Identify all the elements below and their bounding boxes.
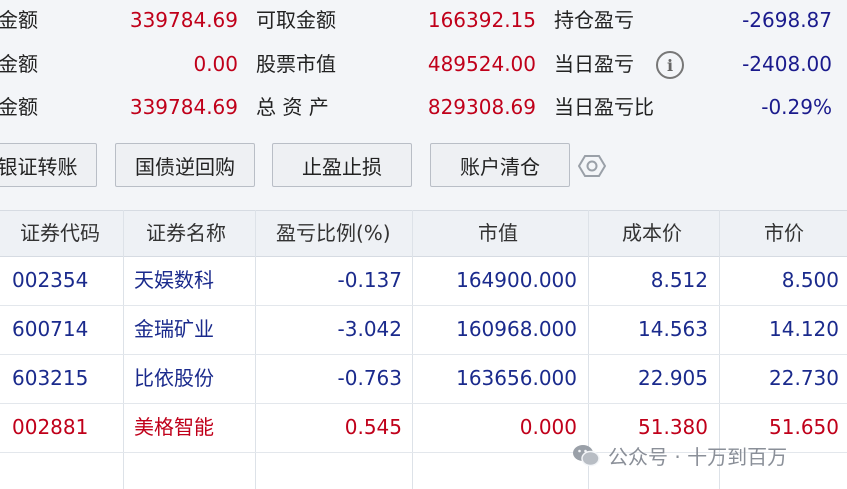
cell-market-value: 160968.000 — [456, 317, 577, 341]
table-row[interactable]: 603215 比依股份 -0.763 163656.000 22.905 22.… — [0, 354, 847, 404]
watermark: 公众号 · 十万到百万 — [572, 438, 787, 472]
header-price[interactable]: 市价 — [764, 211, 804, 256]
reverse-repo-button[interactable]: 国债逆回购 — [115, 143, 255, 187]
table-row[interactable]: 600714 金瑞矿业 -3.042 160968.000 14.563 14.… — [0, 305, 847, 355]
cell-name: 比依股份 — [134, 366, 214, 390]
cell-cost-price: 22.905 — [638, 366, 708, 390]
header-cost-price[interactable]: 成本价 — [622, 211, 682, 256]
cell-price: 14.120 — [769, 317, 839, 341]
total-assets-label: 总 资 产 — [256, 95, 329, 119]
cell-name: 天娱数科 — [134, 268, 214, 292]
daily-pnl-value: -2408.00 — [742, 52, 832, 76]
cell-pnl-ratio: -0.137 — [337, 268, 402, 292]
stock-market-value-value: 489524.00 — [427, 52, 536, 76]
bank-transfer-button[interactable]: 银证转账 — [0, 143, 97, 187]
header-market-value[interactable]: 市值 — [478, 211, 518, 256]
withdrawable-amount-value: 166392.15 — [427, 8, 536, 32]
cell-market-value: 163656.000 — [456, 366, 577, 390]
cell-pnl-ratio: 0.545 — [344, 415, 402, 439]
cell-cost-price: 8.512 — [650, 268, 708, 292]
cell-market-value: 0.000 — [519, 415, 577, 439]
daily-pnl-label: 当日盈亏 — [554, 52, 634, 76]
stock-market-value-label: 股票市值 — [256, 52, 336, 76]
total-assets-value: 829308.69 — [427, 95, 536, 119]
cell-name: 美格智能 — [134, 415, 214, 439]
cell-price: 8.500 — [781, 268, 839, 292]
header-pnl-ratio[interactable]: 盈亏比例(%) — [276, 211, 391, 256]
cell-cost-price: 14.563 — [638, 317, 708, 341]
cell-pnl-ratio: -0.763 — [337, 366, 402, 390]
position-pnl-value: -2698.87 — [742, 8, 832, 32]
available-amount-label: 金额 — [0, 8, 38, 32]
cell-market-value: 164900.000 — [456, 268, 577, 292]
cell-code: 002881 — [12, 415, 89, 439]
cell-code: 002354 — [12, 268, 89, 292]
frozen-amount-value: 0.00 — [193, 52, 238, 76]
balance-amount-label: 金额 — [0, 95, 38, 119]
position-pnl-label: 持仓盈亏 — [554, 8, 634, 32]
cell-pnl-ratio: -3.042 — [337, 317, 402, 341]
balance-amount-value: 339784.69 — [129, 95, 238, 119]
table-row[interactable]: 002354 天娱数科 -0.137 164900.000 8.512 8.50… — [0, 256, 847, 306]
withdrawable-amount-label: 可取金额 — [256, 8, 336, 32]
watermark-text: 公众号 · 十万到百万 — [608, 444, 788, 469]
take-profit-stop-loss-button[interactable]: 止盈止损 — [272, 143, 412, 187]
clear-account-button[interactable]: 账户清仓 — [430, 143, 570, 187]
daily-pnl-ratio-value: -0.29% — [761, 95, 832, 119]
account-summary: 金额 339784.69 金额 0.00 金额 339784.69 可取金额 1… — [0, 0, 847, 130]
frozen-amount-label: 金额 — [0, 52, 38, 76]
header-name[interactable]: 证券名称 — [146, 211, 226, 256]
cell-code: 600714 — [12, 317, 89, 341]
gear-icon[interactable] — [578, 152, 606, 180]
cell-name: 金瑞矿业 — [134, 317, 214, 341]
header-code[interactable]: 证券代码 — [20, 211, 100, 256]
daily-pnl-ratio-label: 当日盈亏比 — [554, 95, 654, 119]
cell-price: 22.730 — [769, 366, 839, 390]
cell-code: 603215 — [12, 366, 89, 390]
info-icon[interactable]: i — [656, 51, 684, 79]
available-amount-value: 339784.69 — [129, 8, 238, 32]
wechat-icon — [573, 445, 600, 467]
